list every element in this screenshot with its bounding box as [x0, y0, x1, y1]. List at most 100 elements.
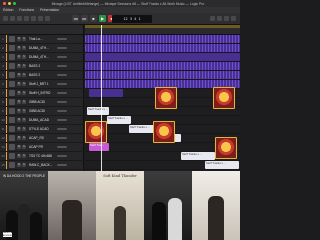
track-volume-slider[interactable]: [57, 137, 67, 139]
mute-button[interactable]: M: [17, 109, 21, 113]
solo-button[interactable]: S: [22, 64, 26, 68]
playhead[interactable]: [101, 25, 102, 171]
minimize-window-button[interactable]: [8, 2, 11, 5]
mute-button[interactable]: M: [17, 37, 21, 41]
mute-button[interactable]: M: [17, 100, 21, 104]
play-button[interactable]: ▶: [99, 15, 106, 22]
track-row[interactable]: 7 M S Stuff H_INTRO: [0, 89, 84, 98]
editors-button[interactable]: [45, 16, 50, 21]
toolbar-button[interactable]: [24, 16, 29, 21]
mute-button[interactable]: M: [17, 118, 21, 122]
track-volume-slider[interactable]: [57, 155, 67, 157]
audio-region[interactable]: Stuff Tracks x ...: [181, 152, 215, 160]
arrange-area[interactable]: Stuff Tracks x ... Stuff Tracks x ... Stuf…: [85, 25, 240, 171]
track-volume-slider[interactable]: [57, 47, 67, 49]
lcd-display[interactable]: 12 3 4 1: [112, 15, 152, 23]
solo-button[interactable]: S: [22, 127, 26, 131]
list-editors-button[interactable]: [210, 16, 215, 21]
track-volume-slider[interactable]: [57, 65, 67, 67]
solo-button[interactable]: S: [22, 109, 26, 113]
browser-button[interactable]: [231, 16, 236, 21]
inspector-button[interactable]: [10, 16, 15, 21]
audio-region[interactable]: [85, 53, 240, 61]
track-color-strip: [6, 161, 7, 169]
audio-region[interactable]: Stuff Tracks x ...: [87, 107, 109, 115]
audio-region[interactable]: [89, 89, 123, 97]
mute-button[interactable]: M: [17, 136, 21, 140]
solo-button[interactable]: S: [22, 154, 26, 158]
track-row[interactable]: 6 M S Stuff J_BRT 1: [0, 80, 84, 89]
audio-region[interactable]: Stuff Tracks x ...: [205, 161, 239, 169]
quick-help-button[interactable]: [17, 16, 22, 21]
track-volume-slider[interactable]: [57, 146, 67, 148]
smart-controls-button[interactable]: [31, 16, 36, 21]
audio-region[interactable]: [85, 44, 240, 52]
track-row[interactable]: 3 M S DUMA_4TH...: [0, 53, 84, 62]
mute-button[interactable]: M: [17, 64, 21, 68]
fast-forward-button[interactable]: ▸▸: [81, 15, 88, 22]
track-volume-slider[interactable]: [57, 92, 67, 94]
track-row[interactable]: 11 M S STYLE ACAD: [0, 125, 84, 134]
solo-button[interactable]: S: [22, 163, 26, 167]
solo-button[interactable]: S: [22, 91, 26, 95]
solo-button[interactable]: S: [22, 136, 26, 140]
track-row[interactable]: 15 M S RAW.C_BACK...: [0, 161, 84, 170]
solo-button[interactable]: S: [22, 82, 26, 86]
cycle-range[interactable]: [85, 25, 240, 28]
menu-view[interactable]: Présentation: [40, 8, 59, 12]
mute-button[interactable]: M: [17, 154, 21, 158]
track-volume-slider[interactable]: [57, 83, 67, 85]
track-volume-slider[interactable]: [57, 101, 67, 103]
solo-button[interactable]: S: [22, 73, 26, 77]
album-covers-row: IN DA HOOD 2 THE PEOPLE PARENTAL ADVISOR…: [0, 171, 240, 240]
audio-region[interactable]: [85, 35, 240, 43]
stop-button[interactable]: ■: [90, 15, 97, 22]
track-row[interactable]: 9 M S GIBB ACID: [0, 107, 84, 116]
menu-functions[interactable]: Fonctions: [19, 8, 34, 12]
mute-button[interactable]: M: [17, 73, 21, 77]
track-row[interactable]: 10 M S DUMA_ACAD: [0, 116, 84, 125]
solo-button[interactable]: S: [22, 46, 26, 50]
track-row[interactable]: 5 M S BASS 2: [0, 71, 84, 80]
mute-button[interactable]: M: [17, 82, 21, 86]
track-volume-slider[interactable]: [57, 164, 67, 166]
close-window-button[interactable]: [3, 2, 6, 5]
track-row[interactable]: 8 M S GIBB ACID: [0, 98, 84, 107]
rewind-button[interactable]: ◂◂: [72, 15, 79, 22]
track-volume-slider[interactable]: [57, 110, 67, 112]
audio-region[interactable]: Stuff Tracks x ...: [107, 116, 131, 124]
mute-button[interactable]: M: [17, 91, 21, 95]
bar-ruler[interactable]: [85, 25, 240, 35]
mute-button[interactable]: M: [17, 163, 21, 167]
solo-button[interactable]: S: [22, 100, 26, 104]
mute-button[interactable]: M: [17, 127, 21, 131]
track-row[interactable]: 13 M S ACAP PR: [0, 143, 84, 152]
audio-region[interactable]: Stuff Tracks x ...: [129, 125, 155, 133]
track-row[interactable]: 4 M S BASS 2: [0, 62, 84, 71]
track-row[interactable]: 2 M S DUMA_4TH...: [0, 44, 84, 53]
solo-button[interactable]: S: [22, 37, 26, 41]
track-volume-slider[interactable]: [57, 119, 67, 121]
solo-button[interactable]: S: [22, 118, 26, 122]
track-row[interactable]: 14 M S TSS TC 4th 688: [0, 152, 84, 161]
menu-edit[interactable]: Édition: [3, 8, 13, 12]
mute-button[interactable]: M: [17, 55, 21, 59]
mixer-button[interactable]: [38, 16, 43, 21]
window-controls[interactable]: [3, 2, 16, 5]
audio-region[interactable]: [85, 71, 240, 79]
mute-button[interactable]: M: [17, 46, 21, 50]
track-row[interactable]: 12 M S ACAP_RS: [0, 134, 84, 143]
track-volume-slider[interactable]: [57, 74, 67, 76]
notepad-button[interactable]: [217, 16, 222, 21]
mute-button[interactable]: M: [17, 145, 21, 149]
loop-browser-button[interactable]: [224, 16, 229, 21]
track-volume-slider[interactable]: [57, 128, 67, 130]
audio-region[interactable]: [85, 62, 240, 70]
library-button[interactable]: [3, 16, 8, 21]
solo-button[interactable]: S: [22, 145, 26, 149]
track-volume-slider[interactable]: [57, 38, 67, 40]
track-volume-slider[interactable]: [57, 56, 67, 58]
audio-region[interactable]: Stuff Trac...: [89, 143, 109, 151]
track-row[interactable]: 1 M S That La...: [0, 35, 84, 44]
solo-button[interactable]: S: [22, 55, 26, 59]
